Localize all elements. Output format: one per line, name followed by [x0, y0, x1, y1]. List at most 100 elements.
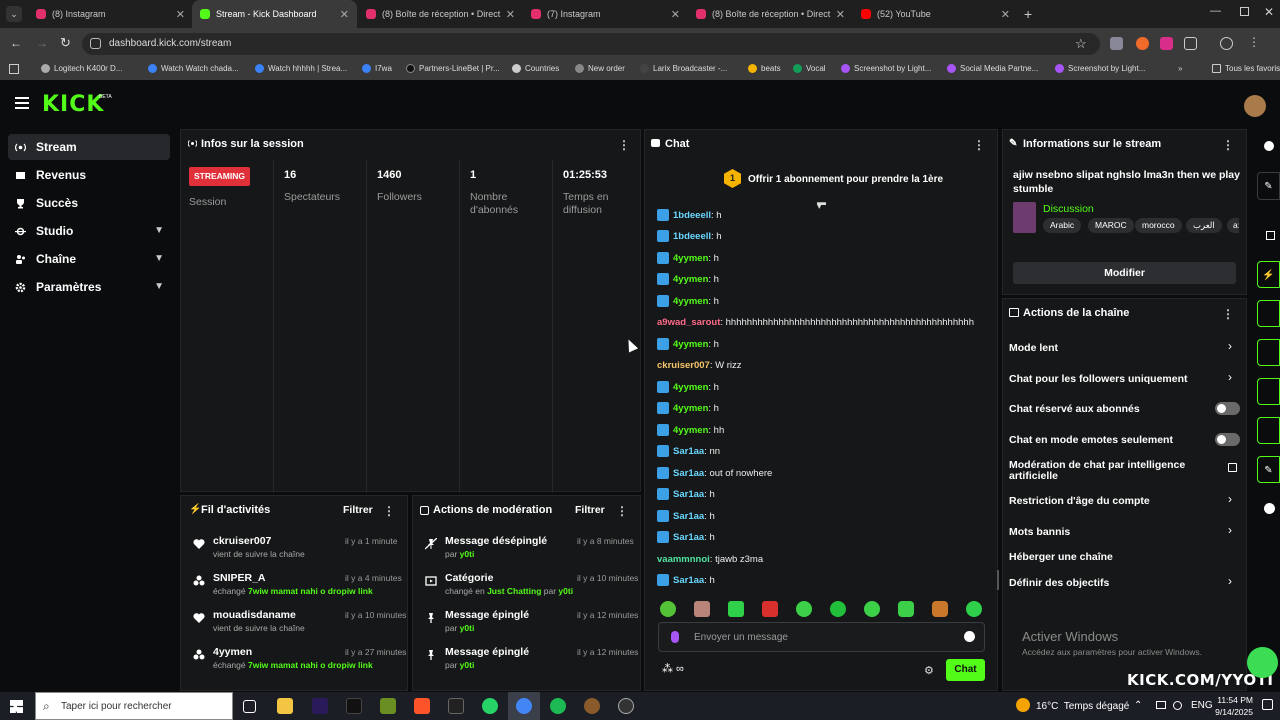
- language-indicator[interactable]: ENG: [1191, 700, 1213, 711]
- apps-grid-icon[interactable]: [9, 64, 19, 74]
- profile-icon[interactable]: [1220, 37, 1233, 50]
- pencil-icon[interactable]: ✎: [1257, 172, 1280, 200]
- sidebar-item-revenus[interactable]: Revenus: [8, 162, 170, 188]
- tab-kick-dashboard[interactable]: Stream - Kick Dashboard ✕: [192, 0, 357, 28]
- clock-time[interactable]: 11:54 PM: [1217, 695, 1253, 705]
- wifi-icon[interactable]: [1173, 701, 1182, 710]
- whatsapp-icon[interactable]: [482, 698, 498, 714]
- chat-scrollbar[interactable]: [997, 570, 999, 590]
- document-icon[interactable]: [1257, 300, 1280, 327]
- emote-icon[interactable]: [728, 601, 744, 617]
- whatsapp-bubble-icon[interactable]: [1247, 647, 1278, 678]
- moderation-icon[interactable]: [1257, 417, 1280, 444]
- back-icon[interactable]: ←: [10, 36, 22, 50]
- tab-youtube[interactable]: (52) YouTube ✕: [853, 0, 1018, 28]
- task-view-icon[interactable]: [243, 700, 256, 713]
- bookmark-item[interactable]: Screenshot by Light...: [841, 64, 931, 73]
- premiere-icon[interactable]: [312, 698, 328, 714]
- info-icon[interactable]: [1264, 141, 1274, 151]
- close-tab-icon[interactable]: ✕: [506, 8, 515, 21]
- tab-search-icon[interactable]: ⌄: [6, 6, 22, 22]
- emote-icon[interactable]: [966, 601, 982, 617]
- bookmark-item[interactable]: I7wa: [362, 64, 392, 73]
- action-set-goals[interactable]: Définir des objectifs: [1009, 578, 1109, 589]
- notification-icon[interactable]: [1262, 699, 1273, 710]
- fullscreen-icon[interactable]: [1266, 231, 1275, 240]
- file-explorer-icon[interactable]: [277, 698, 293, 714]
- category-name[interactable]: Discussion: [1043, 203, 1094, 215]
- bookmarks-folder[interactable]: Tous les favoris: [1212, 64, 1280, 73]
- kick-logo[interactable]: KICK: [42, 92, 104, 117]
- epic-games-icon[interactable]: [448, 698, 464, 714]
- user-avatar[interactable]: [1244, 95, 1266, 117]
- weather-text[interactable]: 16°C Temps dégagé: [1036, 701, 1129, 712]
- taskbar-search[interactable]: ⌕ Taper ici pour rechercher: [35, 692, 233, 720]
- action-banned-words[interactable]: Mots bannis: [1009, 527, 1070, 538]
- close-tab-icon[interactable]: ✕: [836, 8, 845, 21]
- close-tab-icon[interactable]: ✕: [176, 8, 185, 21]
- action-followers-only[interactable]: Chat pour les followers uniquement: [1009, 374, 1188, 385]
- new-tab-icon[interactable]: +: [1024, 6, 1032, 22]
- emote-icon[interactable]: [830, 601, 846, 617]
- maximize-icon[interactable]: [1240, 7, 1249, 16]
- close-tab-icon[interactable]: ✕: [1001, 8, 1010, 21]
- bookmark-item[interactable]: Vocal: [793, 64, 826, 73]
- bookmark-item[interactable]: Watch hhhhh | Strea...: [255, 64, 347, 73]
- close-tab-icon[interactable]: ✕: [671, 8, 680, 21]
- reload-icon[interactable]: ↻: [60, 35, 71, 51]
- points-icon[interactable]: ⁂ ∞: [662, 662, 684, 675]
- close-tab-icon[interactable]: ✕: [340, 8, 349, 21]
- bookmark-item[interactable]: beats: [748, 64, 781, 73]
- chevron-right-icon[interactable]: ›: [1228, 523, 1232, 537]
- chat-settings-icon[interactable]: ⚙: [924, 664, 934, 677]
- minimize-icon[interactable]: —: [1210, 5, 1221, 17]
- bookmarks-overflow-icon[interactable]: »: [1178, 64, 1182, 73]
- bookmark-item[interactable]: Screenshot by Light...: [1055, 64, 1145, 73]
- external-link-icon[interactable]: [1228, 463, 1237, 472]
- moderation-menu-icon[interactable]: ⋮: [616, 504, 628, 518]
- action-ai-moderation[interactable]: Modération de chat par intelligence arti…: [1009, 460, 1189, 482]
- lightning-icon[interactable]: ⚡: [1257, 261, 1280, 288]
- site-info-icon[interactable]: [90, 38, 101, 49]
- session-menu-icon[interactable]: ⋮: [618, 138, 630, 152]
- emoji-picker-icon[interactable]: [964, 631, 975, 642]
- sidebar-item-studio[interactable]: Studio ▼: [8, 218, 170, 244]
- menu-dots-icon[interactable]: ⋮: [1248, 35, 1260, 49]
- broadcast-icon[interactable]: [1257, 378, 1280, 405]
- chevron-right-icon[interactable]: ›: [1228, 339, 1232, 353]
- bookmark-star-icon[interactable]: ☆: [1075, 36, 1087, 52]
- puzzle-icon[interactable]: [1184, 37, 1197, 50]
- send-chat-button[interactable]: Chat: [946, 659, 985, 681]
- tray-chevron-icon[interactable]: ⌃: [1134, 700, 1142, 711]
- chat-input[interactable]: Envoyer un message: [658, 622, 985, 652]
- microphone-icon[interactable]: [671, 631, 679, 643]
- channel-actions-menu-icon[interactable]: ⋮: [1222, 307, 1234, 321]
- chevron-right-icon[interactable]: ›: [1228, 370, 1232, 384]
- pinned-collapse-icon[interactable]: ▬ ▾: [817, 198, 827, 211]
- chat-menu-icon[interactable]: ⋮: [973, 138, 985, 152]
- sidebar-item-chaine[interactable]: Chaîne ▼: [8, 246, 170, 272]
- extension-icon[interactable]: [1110, 37, 1123, 50]
- emote-icon[interactable]: [898, 601, 914, 617]
- windows-start-icon[interactable]: [10, 700, 23, 713]
- extension-icon[interactable]: [1160, 37, 1173, 50]
- bookmark-item[interactable]: Larix Broadcaster -...: [640, 64, 727, 73]
- sidebar-item-parametres[interactable]: Paramètres ▼: [8, 274, 170, 300]
- bookmark-item[interactable]: Logitech K400r D...: [41, 64, 122, 73]
- bookmark-item[interactable]: Watch Watch chada...: [148, 64, 239, 73]
- bookmark-item[interactable]: Social Media Partne...: [947, 64, 1038, 73]
- emote-icon[interactable]: [864, 601, 880, 617]
- emote-icon[interactable]: [932, 601, 948, 617]
- minecraft-icon[interactable]: [380, 698, 396, 714]
- chevron-right-icon[interactable]: ›: [1228, 574, 1232, 588]
- activity-menu-icon[interactable]: ⋮: [383, 504, 395, 518]
- action-age-restriction[interactable]: Restriction d'âge du compte: [1009, 496, 1150, 507]
- emotes-only-toggle[interactable]: [1215, 433, 1240, 446]
- emote-icon[interactable]: [660, 601, 676, 617]
- tab-instagram-1[interactable]: (8) Instagram ✕: [28, 0, 193, 28]
- sidebar-item-succes[interactable]: Succès: [8, 190, 170, 216]
- gift-sub-text[interactable]: Offrir 1 abonnement pour prendre la 1ère: [748, 174, 943, 185]
- close-window-icon[interactable]: ✕: [1264, 5, 1274, 19]
- hamburger-menu-icon[interactable]: [15, 97, 29, 109]
- bookmark-item[interactable]: New order: [575, 64, 625, 73]
